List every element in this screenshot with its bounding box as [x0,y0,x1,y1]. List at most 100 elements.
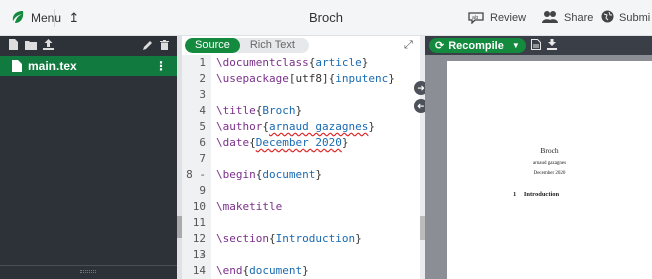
pdf-toolbar: ⟳ Recompile ▼ [425,36,652,55]
brace-close: } [368,120,375,133]
code-line: \author{arnaud gazagnes} [216,119,375,135]
line-number: 3 [199,88,206,101]
file-tree-toolbar [0,36,177,55]
pdf-doc-date: December 2020 [533,171,566,176]
code-line: \section{Introduction} [216,231,362,247]
line-number: 4 [199,104,206,117]
brace-open: { [249,136,256,149]
review-icon: ab [467,10,485,27]
review-button[interactable]: ab Review [467,9,526,27]
latex-command: \title [216,104,256,117]
svg-text:ab: ab [472,15,478,21]
file-icon [12,60,22,72]
line-number: 11 [192,216,206,229]
latex-command: \end [216,264,243,277]
brace-close: } [341,136,349,149]
latex-command: \author [216,120,263,133]
expand-icon[interactable]: ⤢ [404,39,413,52]
file-menu-icon[interactable]: ⋮ [155,59,167,73]
line-number: 14 [192,264,206,277]
share-label: Share [564,12,594,24]
globe-icon [601,10,614,26]
outline-splitter[interactable] [0,265,177,279]
code-line: \documentclass{article} [216,55,368,71]
editor-mode-toggle: Source Rich Text [185,38,309,53]
submit-label: Submi [619,12,651,24]
line-number: 7 [199,152,206,165]
rich-text-tab[interactable]: Rich Text [240,38,309,53]
brace-close: } [302,264,309,277]
code-line: \usepackage[utf8]{inputenc} [216,71,395,87]
line-number: 9 [199,184,206,197]
code-editor[interactable]: \documentclass{article} \usepackage[utf8]… [211,55,420,279]
new-file-icon[interactable] [8,37,19,55]
brace-close: } [388,72,395,85]
latex-command: \maketitle [216,200,283,213]
latex-argument: Introduction [275,232,356,245]
line-number: 12 - [192,232,206,261]
refresh-icon: ⟳ [435,40,445,52]
up-arrow-icon: ↥ [68,10,80,25]
brace-close: } [355,232,362,245]
line-number: 2 [199,72,206,85]
up-arrow-button[interactable]: ↥ [64,8,84,28]
line-number: 8 - [186,168,206,181]
pdf-doc-author: arnaud gazagnes [532,161,567,166]
toolbar-divider [54,9,55,27]
source-tab[interactable]: Source [185,38,240,53]
recompile-button[interactable]: ⟳ Recompile ▼ [429,38,526,53]
file-name: main.tex [28,59,77,73]
latex-command: \usepackage [216,72,289,85]
line-number-gutter: 1 2 3 4 5 6 7 8 - 9 10 11 12 -13 14 [182,55,211,279]
latex-command: \documentclass [216,56,309,69]
pdf-page: Broch arnaud gazagnes December 2020 1 In… [447,61,652,279]
latex-command: \begin [216,168,256,181]
pdf-section-number: 1 [513,191,517,198]
code-line: \title{Broch} [216,103,302,119]
new-folder-icon[interactable] [25,37,37,55]
rename-pencil-icon[interactable] [143,37,153,55]
recompile-dropdown-icon[interactable]: ▼ [512,41,520,50]
brace-open: { [262,120,269,133]
latex-argument: arnaud gazagnes [268,120,369,133]
latex-command: \date [216,136,250,149]
line-number: 10 [192,200,206,213]
logs-icon[interactable] [531,39,541,53]
latex-command: \section [216,232,269,245]
code-line: \maketitle [216,199,282,215]
editor-header: Source Rich Text ⤢ [182,36,420,55]
users-icon [541,10,559,27]
upload-icon[interactable] [43,37,54,55]
delete-trash-icon[interactable] [160,37,169,55]
recompile-label: Recompile [448,39,504,52]
latex-argument: December 2020 [255,136,342,149]
latex-argument: article [315,56,362,69]
pdf-section-title: Introduction [523,191,560,198]
top-toolbar: Menu ↥ Broch ab Review Share Submi [0,0,652,36]
latex-argument: document [262,168,316,181]
pdf-section-heading: 1 Introduction [513,191,559,198]
line-number: 13 [192,248,206,261]
menu-label: Menu [31,11,62,25]
overleaf-logo-icon [10,9,26,28]
code-line: \begin{document} [216,167,322,183]
file-tree-panel: main.tex ⋮ [0,36,177,279]
pdf-doc-title: Broch [540,146,559,155]
pdf-viewer[interactable]: Broch arnaud gazagnes December 2020 1 In… [425,55,652,279]
code-line: \date{December 2020} [216,135,348,151]
review-label: Review [490,12,527,24]
project-title: Broch [309,10,343,25]
share-button[interactable]: Share [541,9,593,27]
brace-open: { [268,232,276,245]
arrow-left-icon: ➜ [417,100,425,111]
brace-close: } [361,56,369,69]
brace-close: } [315,168,322,181]
submit-button[interactable]: Submi [601,9,650,27]
latex-argument: inputenc [335,72,389,85]
line-number: 6 [199,136,206,149]
line-number: 1 [199,56,206,69]
latex-option: [utf8] [288,72,329,85]
file-item-main-tex[interactable]: main.tex ⋮ [0,56,177,76]
download-icon[interactable] [547,39,557,53]
drag-grip-icon [80,270,96,273]
